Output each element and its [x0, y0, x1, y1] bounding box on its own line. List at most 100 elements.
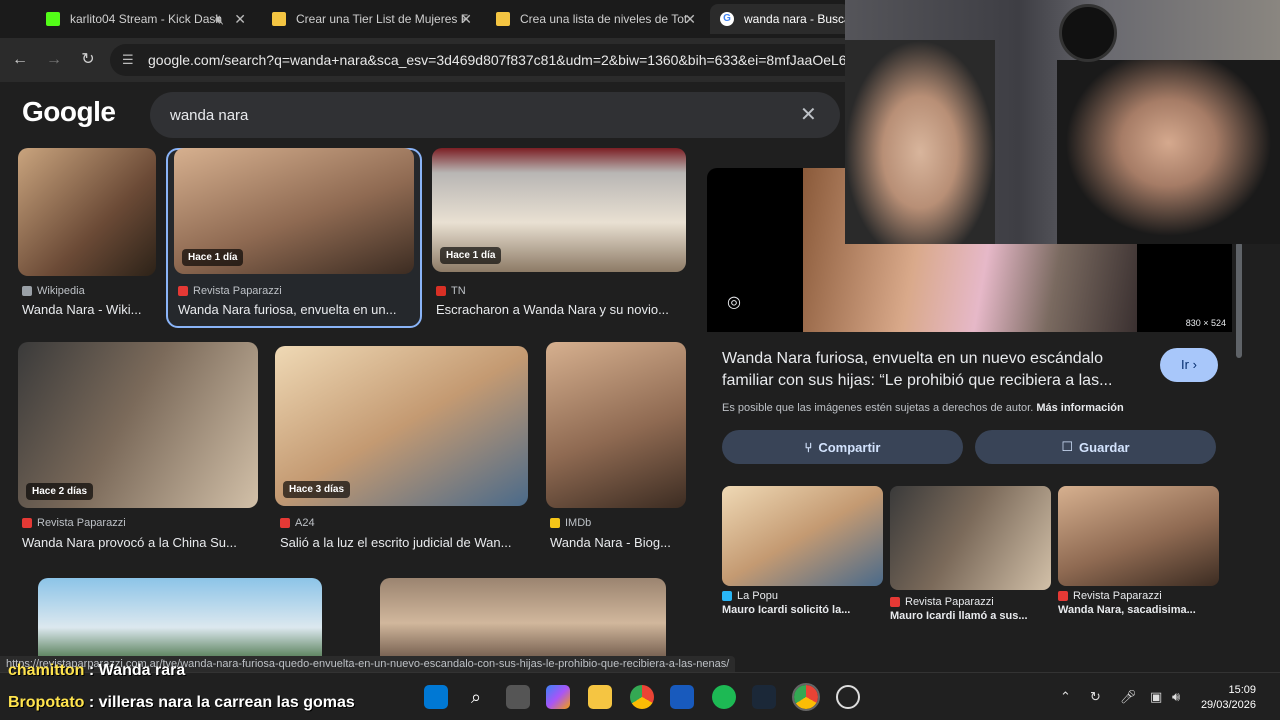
related-image[interactable]: [722, 486, 883, 586]
related-image[interactable]: [890, 486, 1051, 590]
result-title[interactable]: Escracharon a Wanda Nara y su novio...: [436, 302, 686, 317]
result-source: A24: [280, 517, 315, 529]
reload-icon[interactable]: ↻: [76, 48, 100, 72]
webcam-overlay: [845, 0, 1280, 244]
result-source: TN: [436, 285, 466, 297]
back-icon[interactable]: ←: [8, 48, 32, 72]
close-icon[interactable]: ✕: [460, 11, 472, 28]
related-title[interactable]: Mauro Icardi llamó a sus...: [890, 610, 1051, 622]
related-source: La Popu: [722, 590, 883, 602]
chrome-icon[interactable]: [630, 685, 654, 709]
system-clock[interactable]: 15:09 29/03/2026: [1201, 683, 1256, 713]
chat-text: villeras nara la carrean las gomas: [98, 694, 355, 711]
result-title[interactable]: Wanda Nara - Wiki...: [22, 302, 156, 317]
word-icon[interactable]: [670, 685, 694, 709]
paparazzi-icon: [890, 597, 900, 607]
date-badge: Hace 1 día: [440, 247, 502, 264]
site-info-icon[interactable]: ☰: [122, 52, 134, 68]
copilot-icon[interactable]: [546, 685, 570, 709]
result-image[interactable]: [380, 578, 666, 656]
wikipedia-icon: [22, 286, 32, 296]
lapopu-icon: [722, 591, 732, 601]
steam-icon[interactable]: [752, 685, 776, 709]
file-explorer-icon[interactable]: [588, 685, 612, 709]
related-source: Revista Paparazzi: [890, 596, 1051, 608]
visit-button[interactable]: Ir ›: [1160, 348, 1218, 382]
result-image[interactable]: [546, 342, 686, 508]
clock-icon: [1059, 4, 1117, 62]
tab-kick-stream[interactable]: karlito04 Stream - Kick Dash 🔇︎ ✕: [36, 4, 256, 34]
chat-message: chamitton : Wanda rara: [8, 662, 186, 679]
lens-search-icon[interactable]: ◎: [727, 292, 749, 314]
volume-icon[interactable]: 🔊︎: [1172, 689, 1180, 705]
related-image[interactable]: [1058, 486, 1219, 586]
related-item[interactable]: La Popu Mauro Icardi solicitó la...: [722, 486, 883, 616]
result-title[interactable]: Wanda Nara furiosa, envuelta en un...: [178, 302, 414, 317]
panel-scrollbar[interactable]: [1236, 242, 1242, 358]
paparazzi-icon: [22, 518, 32, 528]
close-icon[interactable]: ✕: [684, 11, 696, 28]
result-image[interactable]: Hace 1 día: [174, 148, 414, 274]
result-title[interactable]: Salió a la luz el escrito judicial de Wa…: [280, 535, 528, 550]
tab-title: Crear una Tier List de Mujeres F: [296, 12, 469, 26]
google-icon: G: [720, 12, 734, 26]
windows-start-icon[interactable]: [424, 685, 448, 709]
share-button[interactable]: ⑂ Compartir: [722, 430, 963, 464]
chat-message: Bropotato : villeras nara la carrean las…: [8, 694, 355, 711]
result-image[interactable]: Hace 3 días: [275, 346, 528, 506]
result-image[interactable]: [38, 578, 322, 656]
clock-time: 15:09: [1228, 684, 1256, 696]
related-item[interactable]: Revista Paparazzi Wanda Nara, sacadisima…: [1058, 486, 1219, 616]
related-title[interactable]: Wanda Nara, sacadisima...: [1058, 604, 1219, 616]
tierlist-icon: [272, 12, 286, 26]
date-badge: Hace 1 día: [182, 249, 244, 266]
streamer-left: [845, 40, 995, 244]
url-text: google.com/search?q=wanda+nara&sca_esv=3…: [148, 52, 870, 68]
related-title[interactable]: Mauro Icardi solicitó la...: [722, 604, 883, 616]
a24-icon: [280, 518, 290, 528]
tray-expand-icon[interactable]: ⌃: [1060, 689, 1071, 705]
search-query: wanda nara: [170, 106, 249, 124]
preview-title[interactable]: Wanda Nara furiosa, envuelta en un nuevo…: [722, 348, 1142, 392]
microphone-icon[interactable]: 🎤︎: [1120, 689, 1137, 705]
more-info-link[interactable]: Más información: [1036, 402, 1123, 414]
related-item[interactable]: Revista Paparazzi Mauro Icardi llamó a s…: [890, 486, 1051, 622]
search-input[interactable]: wanda nara: [150, 92, 840, 138]
result-image[interactable]: [18, 148, 156, 276]
result-source: Wikipedia: [22, 285, 85, 297]
tab-google-search[interactable]: G wanda nara - Buscar c: [710, 4, 850, 34]
spotify-icon[interactable]: [712, 685, 736, 709]
address-bar[interactable]: ☰ google.com/search?q=wanda+nara&sca_esv…: [110, 44, 870, 76]
streamer-right: [1057, 60, 1280, 244]
search-icon[interactable]: ⌕: [464, 685, 488, 709]
tn-icon: [436, 286, 446, 296]
close-icon[interactable]: ✕: [234, 11, 246, 28]
task-view-icon[interactable]: [506, 685, 530, 709]
image-dimensions: 830 × 524: [1185, 318, 1226, 328]
chat-user: Bropotato: [8, 694, 85, 711]
share-icon: ⑂: [804, 439, 813, 455]
tab-tier-list-2[interactable]: Crea una lista de niveles de Tot ✕: [486, 4, 706, 34]
copyright-notice: Es posible que las imágenes estén sujeta…: [722, 402, 1124, 414]
tab-tier-list[interactable]: Crear una Tier List de Mujeres F ✕: [262, 4, 482, 34]
chrome-active-icon[interactable]: [792, 683, 820, 711]
result-source: Revista Paparazzi: [22, 517, 126, 529]
result-image[interactable]: Hace 1 día: [432, 148, 686, 272]
save-button[interactable]: ☐ Guardar: [975, 430, 1216, 464]
result-title[interactable]: Wanda Nara - Biog...: [550, 535, 686, 550]
tab-title: wanda nara - Buscar c: [744, 12, 850, 26]
forward-icon[interactable]: →: [42, 48, 66, 72]
google-logo[interactable]: Google: [22, 96, 116, 128]
mute-icon[interactable]: 🔇︎: [215, 11, 224, 28]
result-title[interactable]: Wanda Nara provocó a la China Su...: [22, 535, 258, 550]
tab-title: Crea una lista de niveles de Tot: [520, 12, 688, 26]
imdb-icon: [550, 518, 560, 528]
obs-icon[interactable]: [836, 685, 860, 709]
result-image[interactable]: Hace 2 días: [18, 342, 258, 508]
chat-user: chamitton: [8, 662, 85, 679]
sync-icon[interactable]: ↻: [1090, 689, 1101, 705]
chat-text: Wanda rara: [98, 662, 186, 679]
network-icon[interactable]: ▣: [1150, 689, 1162, 705]
clear-search-icon[interactable]: ✕: [800, 104, 817, 126]
date-badge: Hace 3 días: [283, 481, 351, 498]
